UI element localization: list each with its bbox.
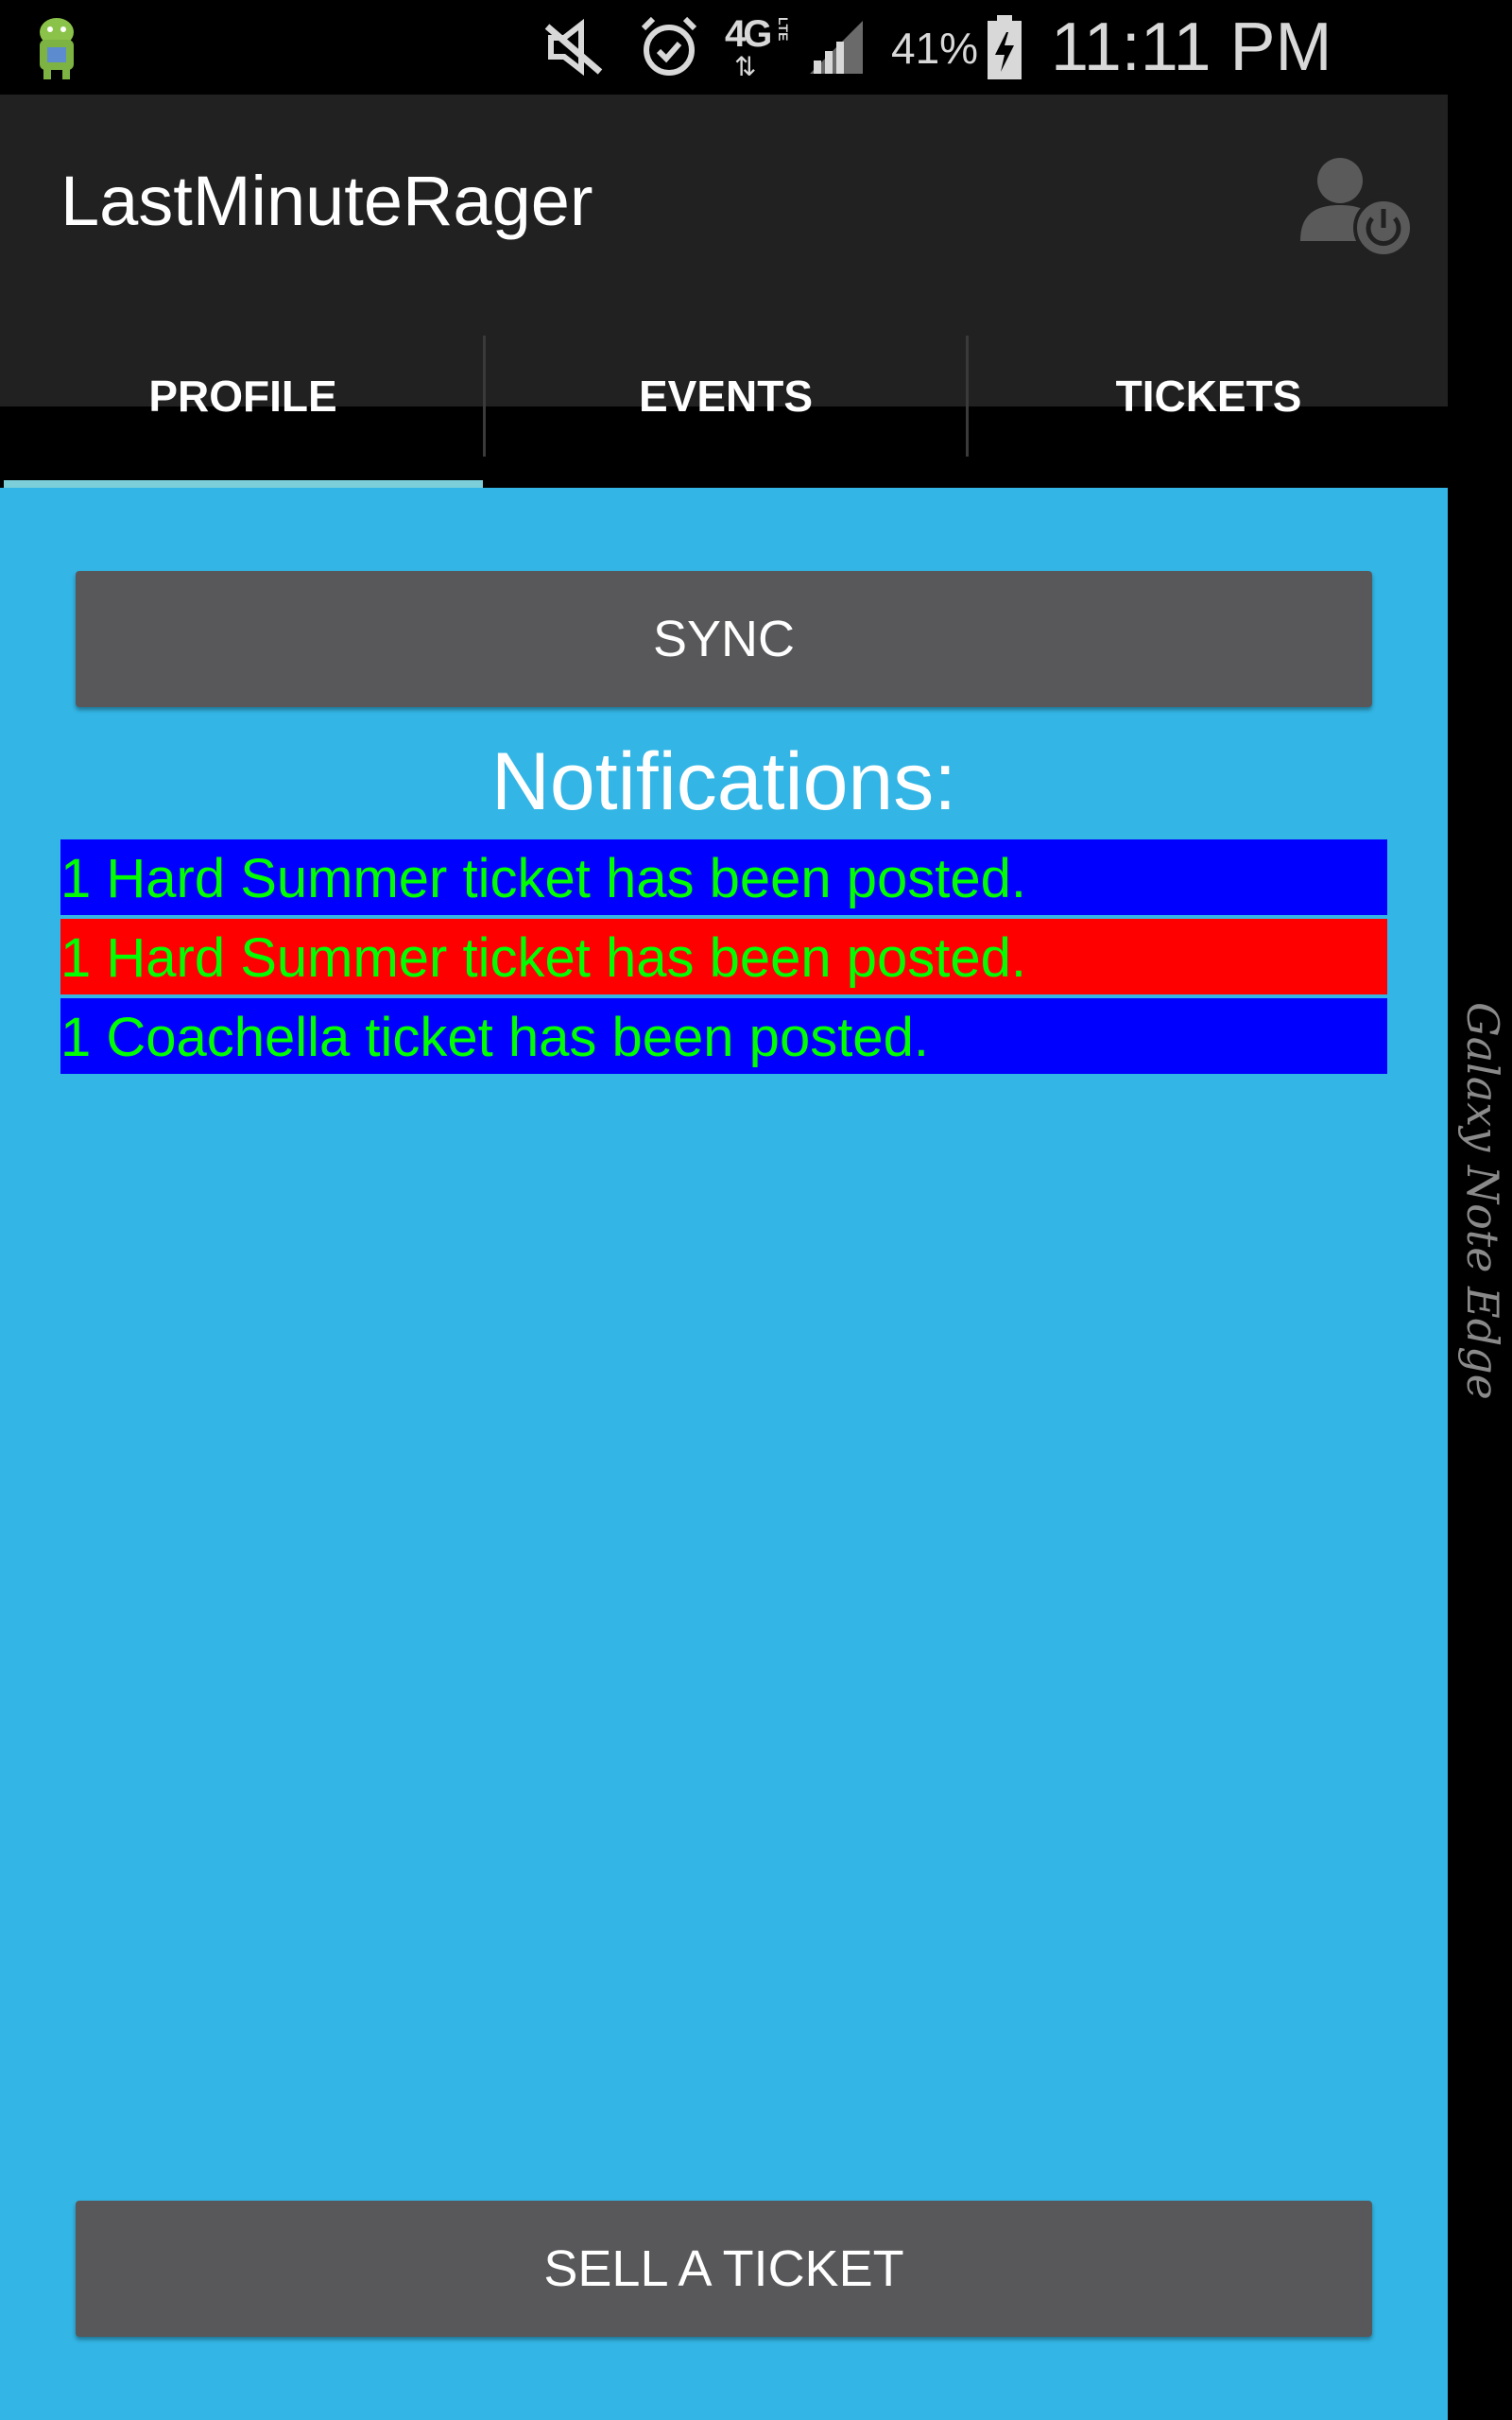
tab-profile[interactable]: PROFILE <box>2 371 484 422</box>
notifications-heading: Notifications: <box>490 736 957 827</box>
tab-divider <box>483 336 486 457</box>
notification-item[interactable]: 1 Coachella ticket has been posted. <box>60 998 1387 1078</box>
notification-item[interactable]: 1 Hard Summer ticket has been posted. <box>60 919 1387 998</box>
signal-icon <box>810 21 863 74</box>
status-icons: 4G LTE ⇅ 41% <box>543 13 1022 81</box>
network-sub-label: LTE <box>776 17 791 42</box>
tab-tickets[interactable]: TICKETS <box>968 371 1450 422</box>
profile-content: SYNC Notifications: 1 Hard Summer ticket… <box>0 488 1448 2420</box>
tab-selected-indicator <box>4 480 483 488</box>
sell-ticket-button[interactable]: SELL A TICKET <box>76 2201 1372 2337</box>
notifications-list: 1 Hard Summer ticket has been posted. 1 … <box>60 839 1387 1078</box>
network-type-label: 4G <box>725 13 772 55</box>
status-bar: 4G LTE ⇅ 41% 11:11 PM <box>0 0 1512 95</box>
mute-icon <box>544 18 603 77</box>
sync-button[interactable]: SYNC <box>76 571 1372 707</box>
phone-screen: 4G LTE ⇅ 41% 11:11 PM LastMinuteRager PR… <box>0 0 1512 2420</box>
user-logout-icon[interactable] <box>1295 147 1418 269</box>
edge-screen-label: Galaxy Note Edge <box>1457 1002 1508 1400</box>
action-bar: LastMinuteRager <box>0 95 1448 406</box>
tab-events[interactable]: EVENTS <box>485 371 967 422</box>
alarm-icon <box>641 16 697 76</box>
app-title: LastMinuteRager <box>60 162 593 240</box>
notification-item[interactable]: 1 Hard Summer ticket has been posted. <box>60 839 1387 919</box>
tab-divider <box>966 336 969 457</box>
clock: 11:11 PM <box>1051 9 1332 85</box>
android-debug-icon <box>40 18 74 79</box>
battery-charging-icon <box>988 15 1022 79</box>
battery-percent: 41% <box>891 24 979 73</box>
network-4g-lte-icon: 4G LTE ⇅ <box>725 13 791 81</box>
